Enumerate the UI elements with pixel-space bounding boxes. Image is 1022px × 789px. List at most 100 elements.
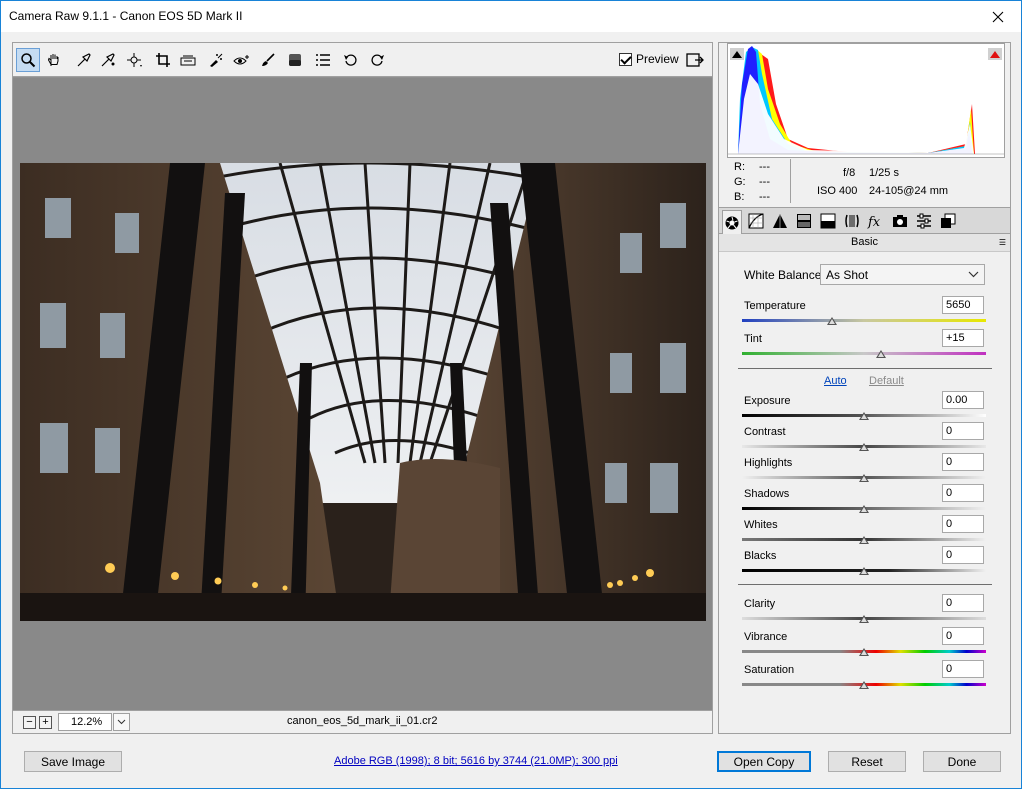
- zoom-icon: [21, 53, 36, 68]
- tab-detail[interactable]: [770, 211, 790, 231]
- camera-info: R: --- G: --- B: --- f/8 1/25 s ISO 400 …: [719, 159, 1010, 207]
- exposure-value-field[interactable]: 0.00: [942, 391, 984, 409]
- divider: [738, 584, 992, 585]
- highlights-value-field[interactable]: 0: [942, 453, 984, 471]
- full-screen-button[interactable]: [683, 48, 707, 72]
- aperture-value: f/8: [843, 167, 856, 179]
- rotate-cw-button[interactable]: [365, 48, 389, 72]
- tint-value-field[interactable]: +15: [942, 329, 984, 347]
- save-image-button[interactable]: Save Image: [24, 751, 122, 772]
- exposure-slider-thumb[interactable]: [859, 412, 869, 420]
- graduated-filter-tool-button[interactable]: [283, 48, 307, 72]
- zoom-out-button[interactable]: −: [23, 716, 36, 729]
- divider: [738, 368, 992, 369]
- auto-link[interactable]: Auto: [824, 375, 847, 387]
- title-bar[interactable]: Camera Raw 9.1.1 - Canon EOS 5D Mark II: [1, 1, 1021, 32]
- contrast-slider-thumb[interactable]: [859, 443, 869, 451]
- shadows-value-field[interactable]: 0: [942, 484, 984, 502]
- split-toning-icon: [820, 213, 836, 229]
- clarity-value-field[interactable]: 0: [942, 594, 984, 612]
- hand-tool-button[interactable]: [42, 48, 66, 72]
- whites-label: Whites: [744, 519, 778, 531]
- vibrance-value-field[interactable]: 0: [942, 627, 984, 645]
- temperature-value-field[interactable]: 5650: [942, 296, 984, 314]
- b-label: B:: [734, 191, 745, 203]
- adjustment-brush-icon: [262, 53, 275, 66]
- straighten-icon: [180, 55, 196, 66]
- tint-label: Tint: [744, 333, 762, 345]
- white-balance-icon: [77, 53, 91, 67]
- red-eye-icon: [233, 55, 249, 65]
- g-label: G:: [734, 176, 746, 188]
- preview-toggle[interactable]: Preview: [619, 52, 679, 66]
- tab-lens-corrections[interactable]: [842, 211, 862, 231]
- workflow-options-link[interactable]: Adobe RGB (1998); 8 bit; 5616 by 3744 (2…: [334, 755, 618, 767]
- straighten-tool-button[interactable]: [176, 48, 200, 72]
- presets-icon: [917, 213, 931, 229]
- whites-slider-thumb[interactable]: [859, 536, 869, 544]
- close-button[interactable]: [975, 1, 1021, 32]
- adjustments-pane: R: --- G: --- B: --- f/8 1/25 s ISO 400 …: [718, 42, 1011, 734]
- reset-button[interactable]: Reset: [828, 751, 906, 772]
- image-canvas[interactable]: [13, 78, 712, 710]
- white-balance-label: White Balance:: [744, 268, 825, 282]
- tab-snapshots[interactable]: [938, 211, 958, 231]
- whites-value-field[interactable]: 0: [942, 515, 984, 533]
- tab-presets[interactable]: [914, 211, 934, 231]
- saturation-value-field[interactable]: 0: [942, 660, 984, 678]
- contrast-value-field[interactable]: 0: [942, 422, 984, 440]
- aperture-icon: [725, 216, 739, 229]
- rotate-cw-icon: [371, 54, 384, 66]
- tab-tone-curve[interactable]: [746, 211, 766, 231]
- targeted-adjustment-icon: [127, 53, 142, 67]
- tab-camera-calibration[interactable]: [890, 211, 910, 231]
- color-sampler-tool-button[interactable]: [96, 48, 120, 72]
- red-eye-tool-button[interactable]: [230, 48, 254, 72]
- done-button[interactable]: Done: [923, 751, 1001, 772]
- tint-slider[interactable]: [742, 352, 986, 355]
- white-balance-tool-button[interactable]: [72, 48, 96, 72]
- tab-effects[interactable]: fx: [866, 211, 886, 231]
- tab-basic[interactable]: [722, 210, 742, 234]
- tint-slider-thumb[interactable]: [876, 350, 887, 358]
- adjustment-brush-tool-button[interactable]: [256, 48, 280, 72]
- panel-menu-button[interactable]: ☰: [999, 238, 1006, 247]
- saturation-slider-thumb[interactable]: [859, 681, 869, 689]
- tab-split-toning[interactable]: [818, 211, 838, 231]
- contrast-label: Contrast: [744, 426, 786, 438]
- shutter-value: 1/25 s: [869, 167, 899, 179]
- targeted-adjustment-tool-button[interactable]: [123, 48, 147, 72]
- temperature-slider-thumb[interactable]: [827, 317, 838, 325]
- hsl-icon: [797, 214, 811, 228]
- clarity-slider-thumb[interactable]: [859, 615, 869, 623]
- tone-curve-icon: [748, 213, 764, 229]
- info-divider: [790, 159, 791, 203]
- spot-removal-tool-button[interactable]: [204, 48, 228, 72]
- blacks-value-field[interactable]: 0: [942, 546, 984, 564]
- svg-text:fx: fx: [867, 215, 881, 229]
- window-title: Camera Raw 9.1.1 - Canon EOS 5D Mark II: [9, 9, 243, 23]
- zoom-tool-button[interactable]: [16, 48, 40, 72]
- hand-icon: [47, 54, 59, 66]
- tab-hsl[interactable]: [794, 211, 814, 231]
- zoom-in-button[interactable]: +: [39, 716, 52, 729]
- g-value: ---: [759, 176, 770, 188]
- fx-icon: fx: [867, 215, 881, 229]
- rotate-ccw-button[interactable]: [339, 48, 363, 72]
- shadows-slider-thumb[interactable]: [859, 505, 869, 513]
- blacks-label: Blacks: [744, 550, 777, 562]
- graduated-filter-icon: [289, 54, 301, 66]
- preferences-button[interactable]: [311, 48, 335, 72]
- white-balance-select[interactable]: As Shot: [820, 264, 985, 285]
- blacks-slider-thumb[interactable]: [859, 567, 869, 575]
- camera-icon: [893, 215, 907, 227]
- crop-tool-button[interactable]: [151, 48, 175, 72]
- highlights-slider-thumb[interactable]: [859, 474, 869, 482]
- vibrance-slider-thumb[interactable]: [859, 648, 869, 656]
- zoom-dropdown-button[interactable]: [113, 713, 130, 731]
- zoom-level-field[interactable]: 12.2%: [58, 713, 112, 731]
- preview-checkbox[interactable]: [619, 52, 632, 66]
- temperature-slider[interactable]: [742, 319, 986, 322]
- default-link[interactable]: Default: [869, 375, 904, 387]
- open-copy-button[interactable]: Open Copy: [717, 751, 811, 772]
